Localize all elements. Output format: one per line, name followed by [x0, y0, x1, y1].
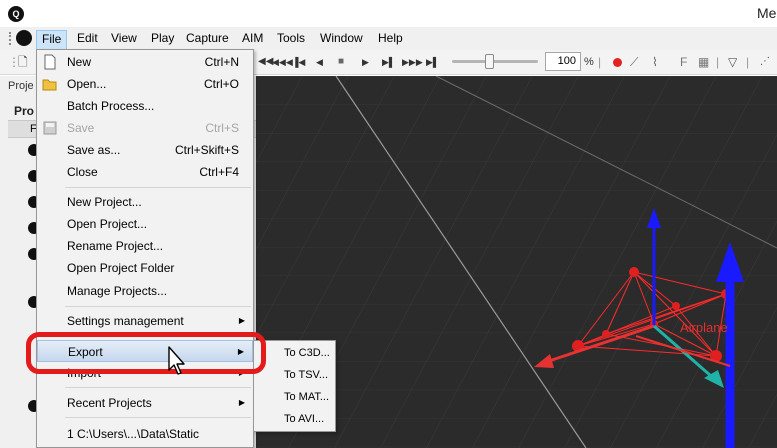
model-label: Airplane [680, 320, 728, 335]
zoom-input[interactable]: 100 [545, 52, 581, 71]
zoom-slider-track[interactable] [452, 60, 538, 63]
stop-icon[interactable]: ■ [338, 54, 344, 70]
menu-item-new-project[interactable]: New Project... [37, 191, 253, 213]
menu-item-settings-management[interactable]: Settings management ▶ [37, 310, 253, 332]
menu-view[interactable]: View [106, 30, 142, 48]
menu-item-open-project-folder[interactable]: Open Project Folder [37, 257, 253, 279]
file-menu-dropdown: New Ctrl+N Open... Ctrl+O Batch Process.… [36, 49, 254, 448]
menu-item-save: Save Ctrl+S [37, 117, 253, 139]
menu-separator-2 [65, 306, 251, 307]
step-back-icon[interactable]: ▐◀ [292, 54, 305, 70]
grid-icon[interactable]: ▦ [698, 54, 709, 70]
bone-tool-icon[interactable]: ⟋ [630, 54, 638, 70]
fast-forward-icon[interactable]: ▶▶▶ [402, 54, 423, 70]
highlight-annotation [26, 332, 266, 374]
app-logo-icon: Q [8, 6, 24, 22]
menu-separator [65, 187, 251, 188]
menu-item-rename-project[interactable]: Rename Project... [37, 235, 253, 257]
filter-f-button[interactable]: F [680, 54, 687, 70]
project-tab[interactable]: Proje [8, 80, 34, 92]
export-to-tsv[interactable]: To TSV... [254, 364, 335, 386]
toolbar-separator-3: | [746, 55, 750, 69]
zoom-unit: % [584, 56, 594, 68]
menu-tools[interactable]: Tools [272, 30, 310, 48]
new-file-icon [42, 54, 58, 70]
menu-separator-4 [65, 387, 251, 388]
menu-grip-icon [9, 32, 12, 45]
menu-help[interactable]: Help [373, 30, 408, 48]
menu-file[interactable]: File [36, 30, 68, 50]
menu-item-recent-1[interactable]: 1 C:\Users\...\Data\Static [37, 423, 253, 445]
app-menu-logo-icon[interactable] [16, 30, 32, 46]
menu-item-manage-projects[interactable]: Manage Projects... [37, 280, 253, 302]
submenu-arrow-icon: ▶ [238, 316, 245, 325]
window-title: Me [757, 5, 777, 21]
mouse-cursor-icon [168, 346, 188, 379]
menu-bar: File Edit View Play Capture AIM Tools Wi… [0, 27, 777, 50]
zoom-slider-thumb[interactable] [485, 54, 494, 69]
menu-capture[interactable]: Capture [181, 30, 234, 48]
trajectory-tool-icon[interactable]: ⌇ [652, 54, 658, 70]
menu-window[interactable]: Window [315, 30, 368, 48]
record-icon[interactable] [613, 58, 622, 67]
menu-aim[interactable]: AIM [237, 30, 268, 48]
menu-item-open[interactable]: Open... Ctrl+O [37, 73, 253, 95]
triangle-filter-icon[interactable]: ▽ [728, 54, 737, 70]
play-forward-icon[interactable]: ▶ [362, 54, 369, 70]
menu-edit[interactable]: Edit [72, 30, 103, 48]
export-to-c3d[interactable]: To C3D... [254, 342, 335, 364]
menu-item-batch-process[interactable]: Batch Process... [37, 95, 253, 117]
project-header: Pro [14, 104, 35, 118]
go-to-end-icon[interactable]: ▶▌ [426, 54, 439, 70]
play-backward-icon[interactable]: ◀ [316, 54, 323, 70]
toolbar-separator-2: | [716, 55, 720, 69]
menu-item-close[interactable]: Close Ctrl+F4 [37, 161, 253, 183]
menu-item-open-project[interactable]: Open Project... [37, 213, 253, 235]
open-folder-icon [42, 76, 58, 92]
menu-play[interactable]: Play [146, 30, 179, 48]
menu-item-new[interactable]: New Ctrl+N [37, 51, 253, 73]
more-tools-icon[interactable]: ⋰ [760, 54, 770, 70]
save-disk-icon [42, 120, 58, 136]
menu-separator-5 [65, 417, 251, 418]
rewind-icon[interactable]: ◀◀◀ [272, 54, 293, 70]
new-file-icon[interactable]: 🗋 [18, 54, 28, 70]
menu-item-recent-projects[interactable]: Recent Projects ▶ [37, 392, 253, 414]
menu-item-save-as[interactable]: Save as... Ctrl+Skift+S [37, 139, 253, 161]
title-bar: Q Me [0, 0, 777, 27]
step-forward-icon[interactable]: ▶▌ [382, 54, 395, 70]
export-to-avi[interactable]: To AVI... [254, 408, 335, 430]
export-to-mat[interactable]: To MAT... [254, 386, 335, 408]
submenu-arrow-icon: ▶ [238, 398, 245, 407]
toolbar-separator: | [598, 55, 602, 69]
